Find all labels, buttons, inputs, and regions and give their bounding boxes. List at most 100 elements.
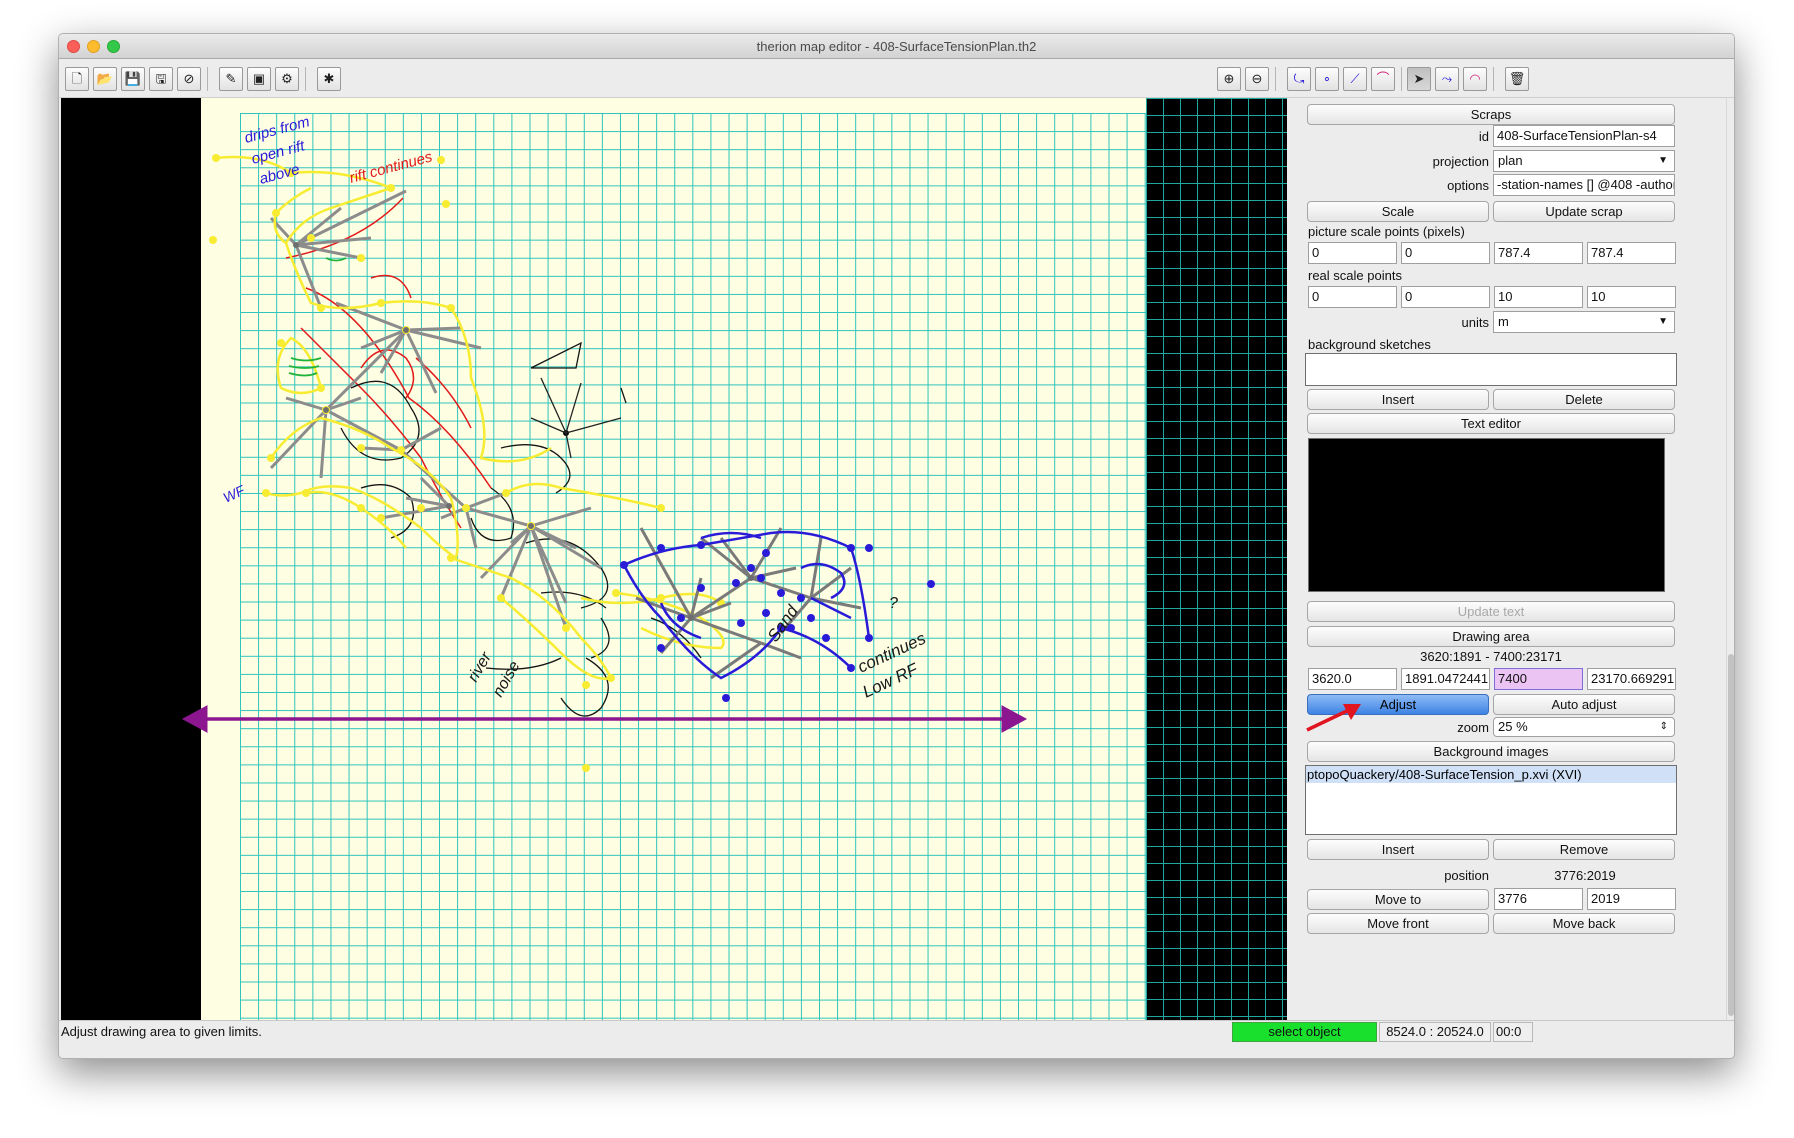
new-file-icon: 🗋 bbox=[71, 71, 83, 86]
zoom-out-button[interactable]: ⊖ bbox=[1245, 67, 1269, 91]
background-sketches-list[interactable] bbox=[1305, 353, 1677, 386]
drawing-area-section-button[interactable]: Drawing area bbox=[1307, 626, 1675, 647]
real-scale-y2-field[interactable]: 10 bbox=[1587, 286, 1676, 308]
move-front-button[interactable]: Move front bbox=[1307, 913, 1489, 934]
label-sand: Sand bbox=[764, 601, 803, 645]
projection-label: projection bbox=[1432, 154, 1489, 169]
drawing-area-y1-field[interactable]: 1891.0472441 bbox=[1401, 668, 1490, 690]
chevron-down-icon: ▼ bbox=[1658, 316, 1668, 327]
background-images-section-button[interactable]: Background images bbox=[1307, 741, 1675, 762]
move-to-button[interactable]: Move to bbox=[1307, 889, 1489, 910]
compile-button[interactable]: ⚙ bbox=[275, 67, 299, 91]
picture-scale-y2-field[interactable]: 787.4 bbox=[1587, 242, 1676, 264]
move-to-y-field[interactable]: 2019 bbox=[1587, 888, 1676, 910]
projection-select[interactable]: plan ▼ bbox=[1493, 150, 1675, 172]
toolbar-separator bbox=[1275, 67, 1276, 91]
delete-sketch-button[interactable]: Delete bbox=[1493, 389, 1675, 410]
picture-scale-x2-field[interactable]: 787.4 bbox=[1494, 242, 1583, 264]
insert-line-button[interactable]: ⟋ bbox=[1343, 67, 1367, 91]
edit-area-icon: ◠ bbox=[1469, 71, 1481, 86]
delete-button[interactable]: 🗑 bbox=[1505, 67, 1529, 91]
real-scale-x1-field[interactable]: 0 bbox=[1308, 286, 1397, 308]
insert-line-icon: ⟋ bbox=[1350, 71, 1360, 86]
toolbar-separator bbox=[207, 67, 208, 91]
auto-adjust-button[interactable]: Auto adjust bbox=[1493, 694, 1675, 715]
zoom-select[interactable]: 25 % ⇕ bbox=[1493, 717, 1675, 737]
select-mode-button[interactable]: ➤ bbox=[1407, 67, 1431, 91]
scale-button[interactable]: Scale bbox=[1307, 201, 1489, 222]
save-as-icon: 🖫 bbox=[155, 71, 167, 86]
label-noise: noise bbox=[490, 658, 524, 700]
width-arrow bbox=[181, 705, 1028, 733]
properties-panel: Scraps id 408-SurfaceTensionPlan-s4 proj… bbox=[1299, 98, 1723, 1020]
save-as-button[interactable]: 🖫 bbox=[149, 67, 173, 91]
title-bar: therion map editor - 408-SurfaceTensionP… bbox=[59, 34, 1734, 59]
options-field[interactable]: -station-names [] @408 -author bbox=[1493, 174, 1675, 196]
blue-passage-walls bbox=[622, 530, 871, 680]
status-time: 00:0 bbox=[1493, 1022, 1533, 1042]
sketch-overlay: drips from open rift above rift continue… bbox=[181, 113, 1028, 772]
zoom-in-icon: ⊕ bbox=[1223, 71, 1235, 86]
pointer-arrow bbox=[1306, 704, 1361, 732]
status-mode-indicator: select object bbox=[1232, 1022, 1377, 1042]
up-down-chevron-icon: ⇕ bbox=[1659, 721, 1668, 732]
drawing-area-y2-field[interactable]: 23170.669291 bbox=[1587, 668, 1676, 690]
zoom-out-icon: ⊖ bbox=[1251, 71, 1263, 86]
insert-point-button[interactable]: ⤿ bbox=[1287, 67, 1311, 91]
zoom-label: zoom bbox=[1457, 720, 1489, 735]
close-file-button[interactable]: ⊘ bbox=[177, 67, 201, 91]
toolbar: 🗋 📂 💾 🖫 ⊘ ✎ ▣ ⚙ ✱ ⊕ ⊖ ⤿ ∘ ⟋ ⌒ ➤ ⤳ ◠ 🗑 bbox=[59, 59, 1734, 98]
scraps-section-button[interactable]: Scraps bbox=[1307, 104, 1675, 125]
text-editor-area[interactable] bbox=[1308, 438, 1665, 592]
text-editor-section-button[interactable]: Text editor bbox=[1307, 413, 1675, 434]
insert-image-button[interactable]: Insert bbox=[1307, 839, 1489, 860]
options-label: options bbox=[1447, 178, 1489, 193]
trash-can-icon: 🗑 bbox=[1508, 71, 1526, 86]
edit-area-button[interactable]: ◠ bbox=[1463, 67, 1487, 91]
drawing-area-range: 3620:1891 - 7400:23171 bbox=[1420, 649, 1562, 664]
zoom-value: 25 % bbox=[1498, 719, 1528, 734]
save-button[interactable]: 💾 bbox=[121, 67, 145, 91]
insert-dot-button[interactable]: ∘ bbox=[1315, 67, 1339, 91]
compile-icon: ⚙ bbox=[281, 71, 293, 86]
chevron-down-icon: ▼ bbox=[1658, 155, 1668, 166]
move-to-x-field[interactable]: 3776 bbox=[1494, 888, 1583, 910]
new-file-button[interactable]: 🗋 bbox=[65, 67, 89, 91]
app-window: therion map editor - 408-SurfaceTensionP… bbox=[58, 33, 1735, 1059]
insert-area-button[interactable]: ⌒ bbox=[1371, 67, 1395, 91]
drawing-canvas[interactable]: drips from open rift above rift continue… bbox=[61, 98, 1287, 1020]
settings-gear-icon: ✱ bbox=[323, 71, 335, 86]
scrap-id-field[interactable]: 408-SurfaceTensionPlan-s4 bbox=[1493, 125, 1675, 147]
background-image-item[interactable]: ptopoQuackery/408-SurfaceTension_p.xvi (… bbox=[1306, 766, 1676, 783]
picture-scale-x1-field[interactable]: 0 bbox=[1308, 242, 1397, 264]
text-editor-button[interactable]: ✎ bbox=[219, 67, 243, 91]
move-back-button[interactable]: Move back bbox=[1493, 913, 1675, 934]
zoom-in-button[interactable]: ⊕ bbox=[1217, 67, 1241, 91]
update-text-button[interactable]: Update text bbox=[1307, 601, 1675, 622]
remove-image-button[interactable]: Remove bbox=[1493, 839, 1675, 860]
picture-scale-y1-field[interactable]: 0 bbox=[1401, 242, 1490, 264]
settings-button[interactable]: ✱ bbox=[317, 67, 341, 91]
window-title: therion map editor - 408-SurfaceTensionP… bbox=[756, 39, 1037, 54]
background-sketches-label: background sketches bbox=[1308, 337, 1431, 352]
drawing-area-x2-field[interactable]: 7400 bbox=[1494, 668, 1583, 690]
id-label: id bbox=[1478, 129, 1489, 144]
text-editor-icon: ✎ bbox=[225, 71, 237, 86]
black-passage-outline bbox=[340, 341, 702, 717]
background-images-list[interactable]: ptopoQuackery/408-SurfaceTension_p.xvi (… bbox=[1305, 765, 1677, 835]
edit-line-icon: ⤳ bbox=[1441, 71, 1453, 86]
map-area-button[interactable]: ▣ bbox=[247, 67, 271, 91]
select-arrow-icon: ➤ bbox=[1413, 71, 1425, 86]
toolbar-separator bbox=[305, 67, 306, 91]
insert-sketch-button[interactable]: Insert bbox=[1307, 389, 1489, 410]
edit-line-button[interactable]: ⤳ bbox=[1435, 67, 1459, 91]
real-scale-x2-field[interactable]: 10 bbox=[1494, 286, 1583, 308]
drawing-area-x1-field[interactable]: 3620.0 bbox=[1308, 668, 1397, 690]
units-select[interactable]: m ▼ bbox=[1493, 311, 1675, 333]
open-folder-icon: 📂 bbox=[96, 71, 114, 86]
real-scale-y1-field[interactable]: 0 bbox=[1401, 286, 1490, 308]
panel-scrollbar-thumb[interactable] bbox=[1728, 654, 1734, 1016]
units-label: units bbox=[1461, 315, 1489, 330]
open-file-button[interactable]: 📂 bbox=[93, 67, 117, 91]
update-scrap-button[interactable]: Update scrap bbox=[1493, 201, 1675, 222]
